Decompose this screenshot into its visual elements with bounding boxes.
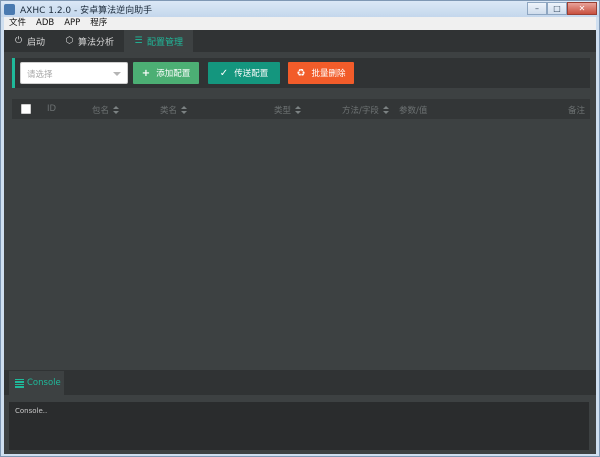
column-class[interactable]: 类名 [160,104,188,116]
check-icon: ✓ [219,67,229,79]
tab-algorithm-analysis[interactable]: ⬡ 算法分析 [55,30,124,52]
maximize-button[interactable]: □ [547,2,567,15]
menu-app[interactable]: APP [59,17,85,30]
column-label: 备注 [568,106,586,116]
send-config-button[interactable]: ✓ 传送配置 [208,62,280,84]
menu-bar: 文件 ADB APP 程序 [4,17,596,30]
tab-label: 配置管理 [147,37,184,48]
minimize-button[interactable]: – [527,2,547,15]
sort-icon [181,106,188,114]
column-id[interactable]: ID [47,104,56,114]
list-icon: ☰ [134,35,143,46]
trash-icon: ♻ [296,67,306,79]
tab-launch[interactable]: ⏻ 启动 [4,30,55,52]
sort-icon [295,106,302,114]
tab-label: 算法分析 [78,37,115,48]
send-config-label: 传送配置 [234,69,269,79]
chevron-down-icon [113,72,121,76]
column-method-field[interactable]: 方法/字段 [342,104,389,116]
console-output[interactable]: Console.. [9,402,589,450]
window-title: AXHC 1.2.0 - 安卓算法逆向助手 [20,5,153,16]
column-label: 方法/字段 [342,106,379,116]
select-placeholder: 请选择 [27,70,53,80]
console-text: Console.. [15,407,48,415]
select-all-checkbox[interactable] [21,104,31,114]
power-icon: ⏻ [14,35,23,46]
column-label: 包名 [92,106,110,116]
column-label: ID [47,104,57,114]
batch-delete-button[interactable]: ♻ 批量删除 [288,62,354,84]
column-label: 参数/值 [399,106,428,116]
column-label: 类名 [160,106,178,116]
column-package[interactable]: 包名 [92,104,120,116]
cube-icon: ⬡ [65,35,74,46]
add-config-label: 添加配置 [156,69,191,79]
menu-file[interactable]: 文件 [4,17,31,30]
title-bar[interactable]: AXHC 1.2.0 - 安卓算法逆向助手 – □ ✕ [1,1,599,17]
column-type[interactable]: 类型 [274,104,302,116]
menu-program[interactable]: 程序 [85,17,112,30]
tab-label: 启动 [27,37,46,48]
menu-adb[interactable]: ADB [31,17,59,30]
batch-delete-label: 批量删除 [311,69,346,79]
tab-console[interactable]: Console [9,371,64,395]
column-param-value[interactable]: 参数/值 [399,104,427,116]
config-table-header: ID 包名 类名 类型 方法/字段 参数/值 备注 [12,99,590,119]
config-toolbar: 请选择 + 添加配置 ✓ 传送配置 ♻ 批量删除 [12,58,590,88]
app-content: ⏻ 启动 ⬡ 算法分析 ☰ 配置管理 请选择 + 添加配置 ✓ 传送配置 ♻ 批… [4,30,596,454]
close-button[interactable]: ✕ [567,2,597,15]
plus-icon: + [141,67,151,79]
main-tabbar: ⏻ 启动 ⬡ 算法分析 ☰ 配置管理 [4,30,596,52]
app-window: AXHC 1.2.0 - 安卓算法逆向助手 – □ ✕ 文件 ADB APP 程… [0,0,600,457]
add-config-button[interactable]: + 添加配置 [133,62,199,84]
console-tabbar: Console [4,370,596,395]
column-label: 类型 [274,106,292,116]
sort-icon [113,106,120,114]
column-remark[interactable]: 备注 [568,104,585,116]
config-select[interactable]: 请选择 [20,62,128,84]
app-icon [4,3,15,15]
console-tab-label: Console [27,378,61,388]
window-controls: – □ ✕ [527,2,597,15]
tab-config-management[interactable]: ☰ 配置管理 [124,30,194,52]
console-lines-icon [15,378,24,388]
sort-icon [382,106,389,114]
